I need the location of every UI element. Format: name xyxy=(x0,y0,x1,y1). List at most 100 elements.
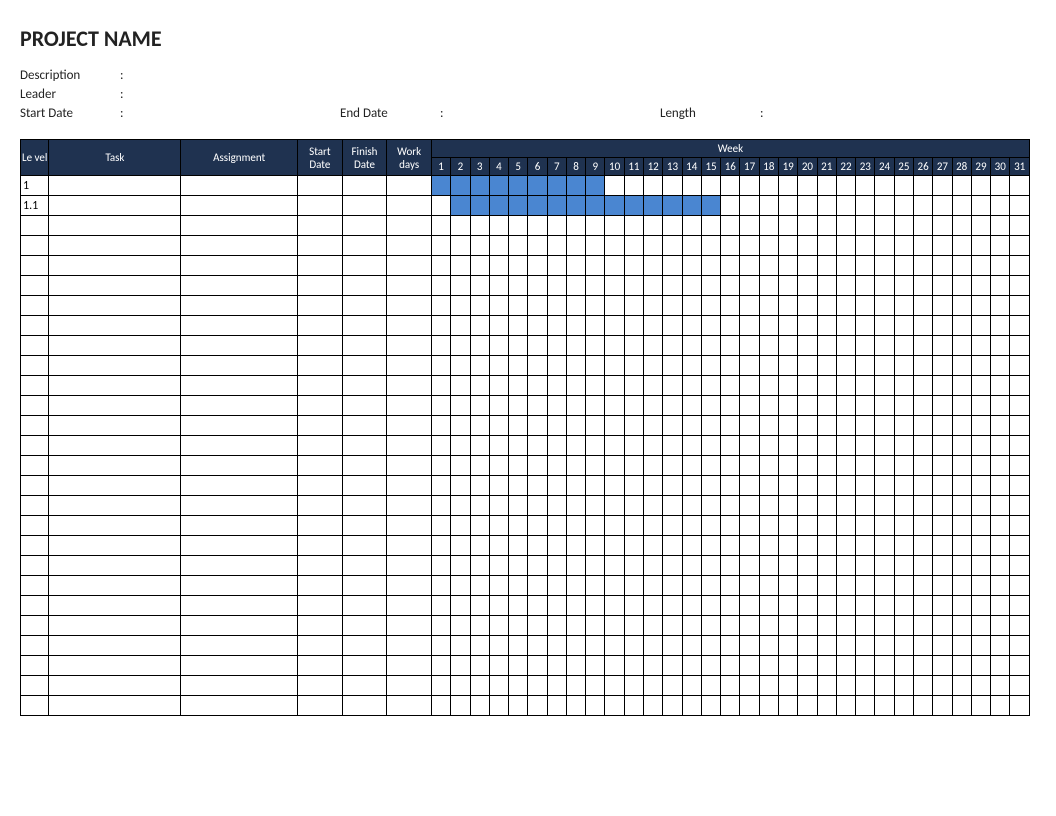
gantt-day-cell[interactable] xyxy=(952,616,971,636)
gantt-day-cell[interactable] xyxy=(933,496,952,516)
gantt-day-cell[interactable] xyxy=(971,596,990,616)
gantt-day-cell[interactable] xyxy=(779,636,798,656)
cell-level[interactable] xyxy=(21,536,49,556)
cell-finish-date[interactable] xyxy=(342,676,387,696)
gantt-day-cell[interactable] xyxy=(971,276,990,296)
gantt-day-cell[interactable] xyxy=(1010,616,1030,636)
gantt-day-cell[interactable] xyxy=(971,196,990,216)
gantt-day-cell[interactable] xyxy=(933,336,952,356)
gantt-day-cell[interactable] xyxy=(682,436,701,456)
gantt-day-cell[interactable] xyxy=(798,196,817,216)
gantt-day-cell[interactable] xyxy=(509,636,528,656)
gantt-day-cell[interactable] xyxy=(644,236,663,256)
gantt-day-cell[interactable] xyxy=(721,596,740,616)
gantt-day-cell[interactable] xyxy=(528,636,547,656)
gantt-day-cell[interactable] xyxy=(721,476,740,496)
gantt-day-cell[interactable] xyxy=(913,316,932,336)
gantt-day-cell[interactable] xyxy=(682,476,701,496)
gantt-day-cell[interactable] xyxy=(701,636,720,656)
cell-task[interactable] xyxy=(49,496,181,516)
gantt-day-cell[interactable] xyxy=(759,596,778,616)
gantt-day-cell[interactable] xyxy=(528,676,547,696)
gantt-day-cell[interactable] xyxy=(431,416,450,436)
gantt-day-cell[interactable] xyxy=(701,336,720,356)
gantt-day-cell[interactable] xyxy=(856,196,875,216)
gantt-day-cell[interactable] xyxy=(566,476,585,496)
gantt-day-cell[interactable] xyxy=(451,476,470,496)
gantt-day-cell[interactable] xyxy=(528,656,547,676)
gantt-day-cell[interactable] xyxy=(913,596,932,616)
gantt-day-cell[interactable] xyxy=(701,356,720,376)
cell-work-days[interactable] xyxy=(387,356,432,376)
gantt-day-cell[interactable] xyxy=(624,416,643,436)
gantt-day-cell[interactable] xyxy=(586,376,605,396)
gantt-day-cell[interactable] xyxy=(856,536,875,556)
gantt-day-cell[interactable] xyxy=(470,596,489,616)
gantt-day-cell[interactable] xyxy=(721,636,740,656)
gantt-day-cell[interactable] xyxy=(759,676,778,696)
gantt-day-cell[interactable] xyxy=(836,396,855,416)
gantt-day-cell[interactable] xyxy=(740,276,759,296)
gantt-day-cell[interactable] xyxy=(721,456,740,476)
cell-level[interactable] xyxy=(21,356,49,376)
gantt-day-cell[interactable] xyxy=(547,296,566,316)
gantt-day-cell[interactable] xyxy=(913,376,932,396)
gantt-day-cell[interactable] xyxy=(1010,296,1030,316)
gantt-day-cell[interactable] xyxy=(663,236,682,256)
gantt-day-cell[interactable] xyxy=(663,636,682,656)
gantt-day-cell[interactable] xyxy=(991,316,1010,336)
cell-start-date[interactable] xyxy=(298,576,343,596)
gantt-day-cell[interactable] xyxy=(586,676,605,696)
cell-assignment[interactable] xyxy=(181,616,298,636)
gantt-day-cell[interactable] xyxy=(528,396,547,416)
gantt-day-cell[interactable] xyxy=(913,636,932,656)
gantt-day-cell[interactable] xyxy=(586,436,605,456)
gantt-day-cell[interactable] xyxy=(566,216,585,236)
gantt-day-cell[interactable] xyxy=(701,436,720,456)
gantt-day-cell[interactable] xyxy=(836,536,855,556)
gantt-day-cell[interactable] xyxy=(682,396,701,416)
gantt-day-cell[interactable] xyxy=(779,216,798,236)
gantt-day-cell[interactable] xyxy=(740,656,759,676)
gantt-day-cell[interactable] xyxy=(624,516,643,536)
gantt-day-cell[interactable] xyxy=(644,376,663,396)
gantt-day-cell[interactable] xyxy=(547,416,566,436)
gantt-day-cell[interactable] xyxy=(894,176,913,196)
gantt-day-cell[interactable] xyxy=(509,336,528,356)
gantt-day-cell[interactable] xyxy=(894,316,913,336)
gantt-day-cell[interactable] xyxy=(798,616,817,636)
gantt-day-cell[interactable] xyxy=(817,236,836,256)
gantt-day-cell[interactable] xyxy=(1010,596,1030,616)
gantt-day-cell[interactable] xyxy=(952,216,971,236)
gantt-bar-cell[interactable] xyxy=(644,196,663,216)
gantt-day-cell[interactable] xyxy=(547,516,566,536)
gantt-day-cell[interactable] xyxy=(817,596,836,616)
gantt-day-cell[interactable] xyxy=(779,696,798,716)
gantt-day-cell[interactable] xyxy=(682,236,701,256)
cell-finish-date[interactable] xyxy=(342,376,387,396)
gantt-bar-cell[interactable] xyxy=(663,196,682,216)
gantt-day-cell[interactable] xyxy=(991,276,1010,296)
gantt-day-cell[interactable] xyxy=(566,616,585,636)
gantt-day-cell[interactable] xyxy=(779,656,798,676)
gantt-day-cell[interactable] xyxy=(547,616,566,636)
cell-work-days[interactable] xyxy=(387,656,432,676)
gantt-day-cell[interactable] xyxy=(798,356,817,376)
cell-task[interactable] xyxy=(49,436,181,456)
gantt-day-cell[interactable] xyxy=(894,516,913,536)
gantt-day-cell[interactable] xyxy=(933,356,952,376)
gantt-day-cell[interactable] xyxy=(431,336,450,356)
cell-start-date[interactable] xyxy=(298,196,343,216)
cell-finish-date[interactable] xyxy=(342,696,387,716)
gantt-day-cell[interactable] xyxy=(586,456,605,476)
gantt-day-cell[interactable] xyxy=(509,576,528,596)
gantt-day-cell[interactable] xyxy=(509,696,528,716)
gantt-day-cell[interactable] xyxy=(663,396,682,416)
gantt-day-cell[interactable] xyxy=(952,496,971,516)
cell-level[interactable] xyxy=(21,676,49,696)
gantt-day-cell[interactable] xyxy=(644,696,663,716)
gantt-day-cell[interactable] xyxy=(913,336,932,356)
gantt-day-cell[interactable] xyxy=(470,296,489,316)
gantt-day-cell[interactable] xyxy=(875,176,894,196)
gantt-day-cell[interactable] xyxy=(779,436,798,456)
